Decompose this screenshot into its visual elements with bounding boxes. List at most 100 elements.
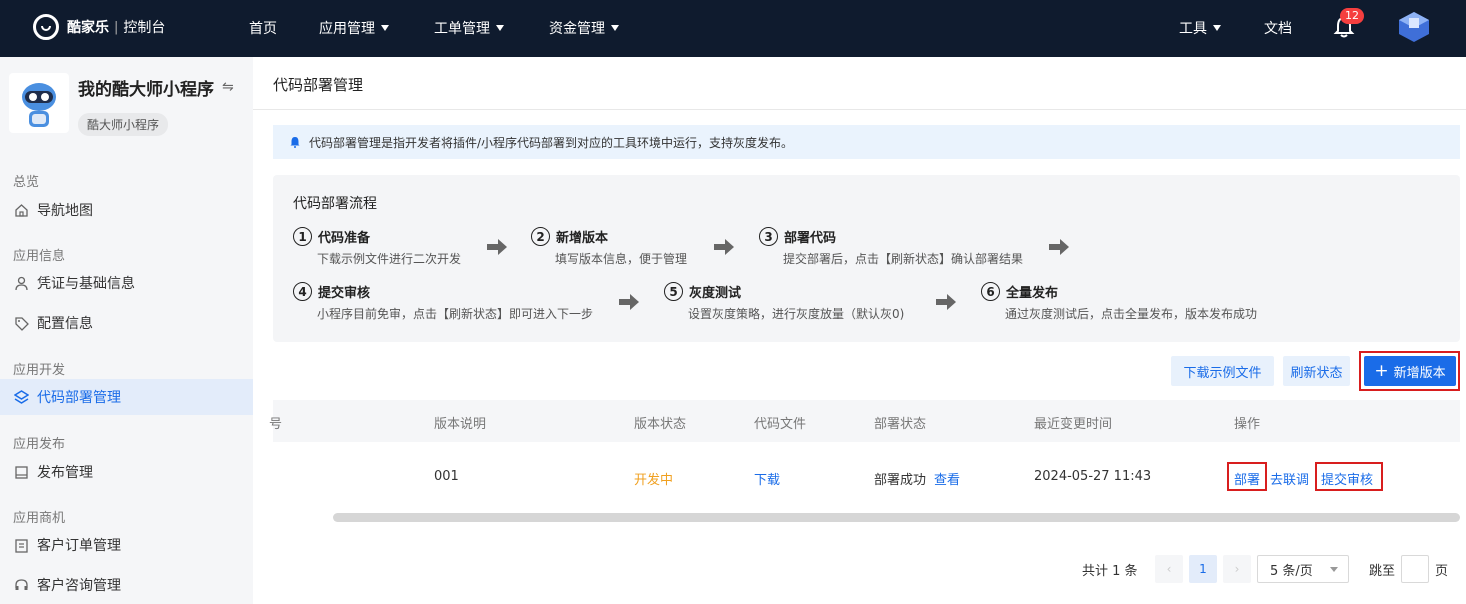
page-size-value: 5 条/页 xyxy=(1270,563,1313,579)
nav-fund-management[interactable]: 资金管理 xyxy=(549,18,619,38)
jump-label: 跳至 xyxy=(1369,563,1396,579)
deploy-flow-panel: 代码部署流程 1 代码准备 下载示例文件进行二次开发 2 新增版本 填写版本信息，便… xyxy=(273,175,1460,342)
jump-page-input[interactable] xyxy=(1401,555,1429,583)
app-name: 我的酷大师小程序 xyxy=(78,80,214,100)
flow-step-2: 2 新增版本 填写版本信息，便于管理 xyxy=(531,227,687,267)
step-number: 1 xyxy=(293,227,312,246)
layers-icon xyxy=(13,389,29,405)
download-sample-button[interactable]: 下载示例文件 xyxy=(1171,356,1274,386)
page-size-select[interactable]: 5 条/页 xyxy=(1257,555,1349,583)
top-navbar: 酷家乐 | 控制台 首页 应用管理 工单管理 资金管理 工具 文档 12 xyxy=(0,0,1466,57)
app-tag: 酷大师小程序 xyxy=(78,113,169,136)
step-desc: 下载示例文件进行二次开发 xyxy=(317,252,462,266)
nav-home[interactable]: 首页 xyxy=(249,18,277,38)
sidebar-item-label: 客户咨询管理 xyxy=(37,578,121,594)
step-number: 6 xyxy=(981,282,1000,301)
sidebar: 我的酷大师小程序 ⇋ 酷大师小程序 总览 导航地图 应用信息 凭证与基础信息 配… xyxy=(0,57,253,604)
console-label: 控制台 xyxy=(123,20,166,36)
view-deploy-link[interactable]: 查看 xyxy=(934,469,960,488)
nav-tools[interactable]: 工具 xyxy=(1179,18,1221,38)
clipboard-icon xyxy=(13,537,29,553)
nav-ticket-management[interactable]: 工单管理 xyxy=(434,18,504,38)
col-code-file: 代码文件 xyxy=(754,417,807,432)
arrow-right-icon xyxy=(487,239,507,255)
page-1-button[interactable]: 1 xyxy=(1189,555,1217,583)
step-title: 新增版本 xyxy=(556,231,609,246)
horizontal-scrollbar[interactable] xyxy=(333,513,1460,522)
section-app-dev: 应用开发 xyxy=(13,363,66,378)
nav-app-management[interactable]: 应用管理 xyxy=(319,18,389,38)
sidebar-item-label: 凭证与基础信息 xyxy=(37,276,135,292)
arrow-right-icon xyxy=(1049,239,1069,255)
highlight-box xyxy=(1359,351,1460,391)
sidebar-item-code-deploy[interactable]: 代码部署管理 xyxy=(0,379,253,415)
user-icon xyxy=(13,275,29,291)
sidebar-item-credentials[interactable]: 凭证与基础信息 xyxy=(0,265,253,301)
highlight-box xyxy=(1227,462,1267,491)
brand-logo-icon xyxy=(33,14,59,40)
step-desc: 通过灰度测试后，点击全量发布，版本发布成功 xyxy=(1005,307,1258,321)
section-app-release: 应用发布 xyxy=(13,437,66,452)
sidebar-item-customer-orders[interactable]: 客户订单管理 xyxy=(0,527,253,563)
cell-deploy-status: 部署成功 xyxy=(874,473,927,488)
title-divider xyxy=(253,109,1466,110)
chevron-down-icon xyxy=(1330,567,1338,572)
notice-text: 代码部署管理是指开发者将插件/小程序代码部署到对应的工具环境中运行，支持灰度发布… xyxy=(309,135,794,150)
notification-badge: 12 xyxy=(1340,8,1364,24)
refresh-status-button[interactable]: 刷新状态 xyxy=(1283,356,1350,386)
highlight-box xyxy=(1315,462,1383,491)
step-number: 4 xyxy=(293,282,312,301)
bell-icon xyxy=(290,137,300,148)
flow-step-1: 1 代码准备 下载示例文件进行二次开发 xyxy=(293,227,461,267)
step-number: 2 xyxy=(531,227,550,246)
step-desc: 提交部署后，点击【刷新状态】确认部署结果 xyxy=(783,252,1024,266)
flow-title: 代码部署流程 xyxy=(293,196,377,212)
debug-link[interactable]: 去联调 xyxy=(1270,469,1309,488)
col-actions: 操作 xyxy=(1234,417,1261,432)
arrow-right-icon xyxy=(936,294,956,310)
pagination-total: 共计 1 条 xyxy=(1082,563,1138,579)
chevron-down-icon xyxy=(381,25,389,31)
sidebar-item-label: 导航地图 xyxy=(37,203,93,219)
sidebar-item-navigation-map[interactable]: 导航地图 xyxy=(0,192,253,228)
app-avatar xyxy=(9,73,69,133)
step-number: 3 xyxy=(759,227,778,246)
info-notice: 代码部署管理是指开发者将插件/小程序代码部署到对应的工具环境中运行，支持灰度发布… xyxy=(273,125,1460,159)
brand-separator: | xyxy=(114,19,119,35)
switch-app-icon[interactable]: ⇋ xyxy=(222,79,234,95)
section-app-business: 应用商机 xyxy=(13,511,66,526)
download-file-link[interactable]: 下载 xyxy=(754,469,780,488)
step-title: 部署代码 xyxy=(784,231,837,246)
chevron-down-icon xyxy=(496,25,504,31)
flow-step-5: 5 灰度测试 设置灰度策略，进行灰度放量（默认灰0) xyxy=(664,282,904,322)
brand-name: 酷家乐 xyxy=(67,20,109,36)
sidebar-item-customer-inquiries[interactable]: 客户咨询管理 xyxy=(0,567,253,603)
step-title: 提交审核 xyxy=(318,286,371,301)
sidebar-item-release-management[interactable]: 发布管理 xyxy=(0,454,253,490)
flow-step-6: 6 全量发布 通过灰度测试后，点击全量发布，版本发布成功 xyxy=(981,282,1257,322)
col-updated-time: 最近变更时间 xyxy=(1034,417,1113,432)
home-icon xyxy=(13,202,29,218)
nav-docs[interactable]: 文档 xyxy=(1264,18,1292,38)
arrow-right-icon xyxy=(714,239,734,255)
section-app-info: 应用信息 xyxy=(13,249,66,264)
prev-page-button[interactable]: ‹ xyxy=(1155,555,1183,583)
step-desc: 填写版本信息，便于管理 xyxy=(555,252,688,266)
book-icon xyxy=(13,464,29,480)
sidebar-item-config[interactable]: 配置信息 xyxy=(0,305,253,341)
table-header: 号 版本说明 版本状态 代码文件 部署状态 最近变更时间 操作 xyxy=(269,400,1460,442)
col-version-desc: 版本说明 xyxy=(434,417,487,432)
headset-icon xyxy=(13,577,29,593)
next-page-button[interactable]: › xyxy=(1223,555,1251,583)
section-overview: 总览 xyxy=(13,175,40,190)
step-title: 灰度测试 xyxy=(689,286,742,301)
cell-version-desc: 001 xyxy=(434,469,459,484)
sidebar-item-label: 配置信息 xyxy=(37,316,93,332)
step-title: 全量发布 xyxy=(1006,286,1059,301)
user-avatar[interactable] xyxy=(1396,10,1432,44)
brand-logo[interactable]: 酷家乐 | 控制台 xyxy=(33,14,165,40)
tag-icon xyxy=(13,315,29,331)
sidebar-item-label: 客户订单管理 xyxy=(37,538,121,554)
step-title: 代码准备 xyxy=(318,231,371,246)
sidebar-item-label: 发布管理 xyxy=(37,465,93,481)
